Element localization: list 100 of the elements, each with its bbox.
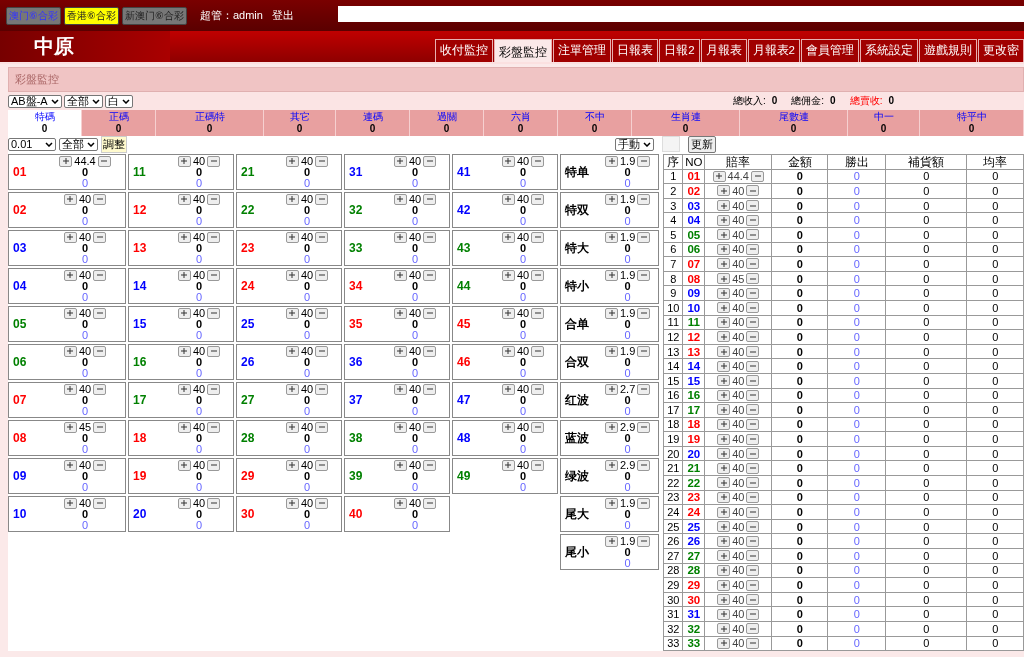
step-select[interactable]: 0.01 bbox=[8, 137, 56, 151]
decrease-button[interactable] bbox=[531, 155, 545, 167]
nav-tab[interactable]: 會員管理 bbox=[801, 39, 859, 62]
decrease-button[interactable] bbox=[637, 345, 651, 357]
increase-button[interactable] bbox=[717, 579, 731, 591]
site-tab[interactable]: 新澳门⑥合彩 bbox=[121, 6, 187, 25]
increase-button[interactable] bbox=[605, 459, 618, 471]
nav-tab[interactable]: 系統設定 bbox=[860, 39, 918, 62]
increase-button[interactable] bbox=[717, 229, 731, 241]
decrease-button[interactable] bbox=[531, 345, 545, 357]
increase-button[interactable] bbox=[177, 497, 191, 509]
decrease-button[interactable] bbox=[93, 421, 107, 433]
decrease-button[interactable] bbox=[423, 231, 437, 243]
increase-button[interactable] bbox=[393, 383, 407, 395]
nav-tab[interactable]: 更改密 bbox=[978, 39, 1024, 62]
decrease-button[interactable] bbox=[746, 185, 760, 197]
decrease-button[interactable] bbox=[746, 637, 760, 649]
increase-button[interactable] bbox=[285, 459, 299, 471]
input-field[interactable] bbox=[661, 136, 680, 152]
increase-button[interactable] bbox=[605, 345, 618, 357]
increase-button[interactable] bbox=[717, 185, 731, 197]
decrease-button[interactable] bbox=[207, 307, 221, 319]
increase-button[interactable] bbox=[712, 170, 726, 182]
increase-button[interactable] bbox=[501, 193, 515, 205]
decrease-button[interactable] bbox=[746, 623, 760, 635]
increase-button[interactable] bbox=[63, 497, 77, 509]
increase-button[interactable] bbox=[285, 193, 299, 205]
decrease-button[interactable] bbox=[746, 594, 760, 606]
decrease-button[interactable] bbox=[531, 193, 545, 205]
increase-button[interactable] bbox=[177, 307, 191, 319]
increase-button[interactable] bbox=[393, 231, 407, 243]
decrease-button[interactable] bbox=[207, 459, 221, 471]
decrease-button[interactable] bbox=[315, 231, 329, 243]
increase-button[interactable] bbox=[717, 535, 731, 547]
increase-button[interactable] bbox=[177, 231, 191, 243]
decrease-button[interactable] bbox=[746, 214, 760, 226]
filter-select[interactable]: 白 bbox=[104, 94, 133, 108]
increase-button[interactable] bbox=[59, 155, 73, 167]
increase-button[interactable] bbox=[605, 535, 618, 547]
decrease-button[interactable] bbox=[423, 345, 437, 357]
decrease-button[interactable] bbox=[207, 497, 221, 509]
increase-button[interactable] bbox=[717, 521, 731, 533]
increase-button[interactable] bbox=[717, 404, 731, 416]
decrease-button[interactable] bbox=[93, 497, 107, 509]
increase-button[interactable] bbox=[717, 550, 731, 562]
decrease-button[interactable] bbox=[93, 231, 107, 243]
decrease-button[interactable] bbox=[637, 231, 651, 243]
increase-button[interactable] bbox=[717, 243, 731, 255]
increase-button[interactable] bbox=[717, 462, 731, 474]
increase-button[interactable] bbox=[605, 421, 618, 433]
decrease-button[interactable] bbox=[637, 269, 651, 281]
decrease-button[interactable] bbox=[746, 229, 760, 241]
nav-tab[interactable]: 日報2 bbox=[659, 39, 700, 62]
decrease-button[interactable] bbox=[746, 477, 760, 489]
filter-select[interactable]: 全部 bbox=[63, 94, 103, 108]
decrease-button[interactable] bbox=[637, 193, 651, 205]
increase-button[interactable] bbox=[605, 155, 618, 167]
decrease-button[interactable] bbox=[93, 269, 107, 281]
decrease-button[interactable] bbox=[746, 316, 760, 328]
increase-button[interactable] bbox=[285, 231, 299, 243]
decrease-button[interactable] bbox=[423, 193, 437, 205]
decrease-button[interactable] bbox=[315, 269, 329, 281]
increase-button[interactable] bbox=[177, 421, 191, 433]
decrease-button[interactable] bbox=[746, 404, 760, 416]
increase-button[interactable] bbox=[501, 345, 515, 357]
decrease-button[interactable] bbox=[207, 269, 221, 281]
decrease-button[interactable] bbox=[746, 521, 760, 533]
nav-tab[interactable]: 月報表 bbox=[700, 39, 747, 62]
increase-button[interactable] bbox=[717, 331, 731, 343]
decrease-button[interactable] bbox=[637, 497, 651, 509]
category-tab[interactable]: 特碼 0 bbox=[8, 110, 82, 136]
increase-button[interactable] bbox=[393, 459, 407, 471]
decrease-button[interactable] bbox=[746, 331, 760, 343]
decrease-button[interactable] bbox=[207, 231, 221, 243]
increase-button[interactable] bbox=[605, 231, 618, 243]
increase-button[interactable] bbox=[393, 421, 407, 433]
increase-button[interactable] bbox=[177, 345, 191, 357]
decrease-button[interactable] bbox=[423, 421, 437, 433]
decrease-button[interactable] bbox=[746, 243, 760, 255]
decrease-button[interactable] bbox=[315, 383, 329, 395]
increase-button[interactable] bbox=[285, 421, 299, 433]
decrease-button[interactable] bbox=[637, 421, 651, 433]
decrease-button[interactable] bbox=[315, 345, 329, 357]
increase-button[interactable] bbox=[285, 307, 299, 319]
increase-button[interactable] bbox=[717, 637, 731, 649]
nav-tab[interactable]: 注單管理 bbox=[553, 39, 612, 62]
site-tab[interactable]: 香港⑥合彩 bbox=[63, 6, 119, 25]
decrease-button[interactable] bbox=[637, 383, 651, 395]
increase-button[interactable] bbox=[177, 269, 191, 281]
decrease-button[interactable] bbox=[315, 497, 329, 509]
decrease-button[interactable] bbox=[423, 383, 437, 395]
increase-button[interactable] bbox=[393, 345, 407, 357]
increase-button[interactable] bbox=[717, 346, 731, 357]
increase-button[interactable] bbox=[717, 623, 731, 635]
decrease-button[interactable] bbox=[423, 155, 437, 167]
increase-button[interactable] bbox=[717, 419, 731, 430]
decrease-button[interactable] bbox=[746, 389, 760, 401]
decrease-button[interactable] bbox=[746, 462, 760, 474]
increase-button[interactable] bbox=[63, 383, 77, 395]
increase-button[interactable] bbox=[717, 448, 731, 460]
